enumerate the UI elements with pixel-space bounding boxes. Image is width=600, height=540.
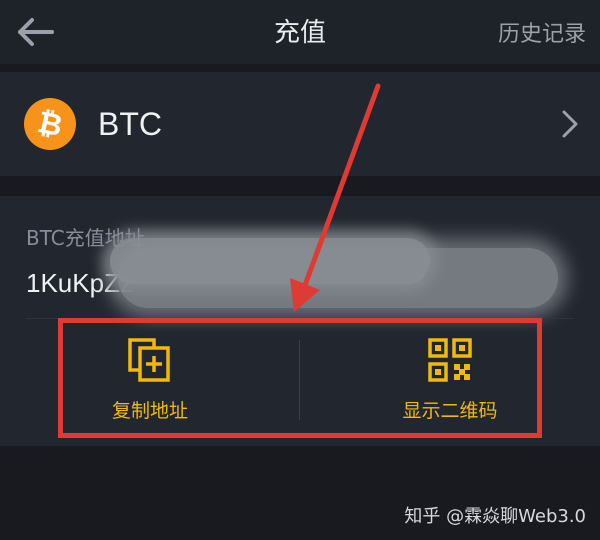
coin-symbol: BTC [98, 106, 162, 142]
divider [26, 318, 574, 319]
history-link[interactable]: 历史记录 [498, 16, 586, 48]
show-qr-label: 显示二维码 [402, 400, 498, 422]
qr-code-icon [428, 338, 472, 382]
address-actions: 复制地址 显示二维码 [0, 320, 600, 446]
address-redaction-top [110, 238, 430, 284]
top-bar: 充值 历史记录 [0, 0, 600, 64]
bitcoin-glyph: ₿ [34, 104, 66, 145]
copy-address-label: 复制地址 [111, 400, 188, 422]
coin-selector[interactable]: ₿ BTC [0, 72, 600, 176]
watermark: 知乎 @霖焱聊Web3.0 [404, 506, 586, 527]
chevron-right-icon [562, 110, 578, 138]
show-qr-button[interactable]: 显示二维码 [300, 320, 600, 446]
deposit-address-section: BTC充值地址 1KuKpZz 复制地址 显示二维码 [0, 196, 600, 446]
bitcoin-icon: ₿ [24, 98, 76, 150]
copy-address-button[interactable]: 复制地址 [0, 320, 300, 446]
copy-add-icon [128, 338, 170, 382]
